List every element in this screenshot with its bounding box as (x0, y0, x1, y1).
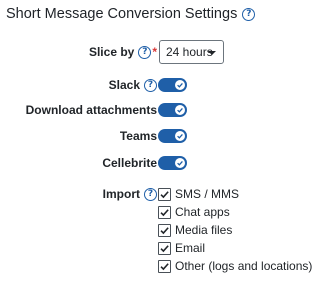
slice-by-label-text: Slice by (88, 45, 135, 59)
download-attachments-label-text: Download attachments (25, 103, 157, 117)
check-icon (175, 158, 185, 168)
slack-help-icon[interactable]: ? (144, 78, 157, 92)
check-icon (175, 131, 185, 141)
import-option-label: SMS / MMS (175, 187, 240, 201)
help-icon[interactable]: ? (242, 7, 256, 21)
slice-by-help-icon[interactable]: ? (138, 45, 152, 59)
required-mark: * (152, 45, 157, 59)
import-option-media-files[interactable]: Media files (158, 222, 232, 238)
checkbox-checked-icon[interactable] (158, 187, 171, 201)
teams-toggle[interactable] (158, 129, 187, 143)
import-option-chat-apps[interactable]: Chat apps (158, 204, 230, 220)
import-option-label: Media files (175, 223, 233, 237)
checkbox-checked-icon[interactable] (158, 241, 171, 255)
import-help-icon[interactable]: ? (144, 187, 157, 201)
cellebrite-toggle[interactable] (158, 156, 187, 170)
page-title-text: Short Message Conversion Settings (6, 6, 238, 22)
teams-label: Teams (120, 126, 157, 146)
import-option-label: Email (175, 241, 206, 255)
download-attachments-toggle[interactable] (158, 103, 187, 117)
checkbox-checked-icon[interactable] (158, 205, 171, 219)
slack-label: Slack ? (109, 75, 157, 95)
download-attachments-label: Download attachments (26, 100, 157, 120)
checkbox-checked-icon[interactable] (158, 223, 171, 237)
import-label: Import ? (103, 184, 157, 204)
chevron-down-icon (208, 51, 216, 55)
slack-toggle[interactable] (158, 78, 187, 92)
check-icon (175, 80, 185, 90)
import-option-sms-mms[interactable]: SMS / MMS (158, 186, 239, 202)
teams-label-text: Teams (119, 129, 157, 143)
checkbox-checked-icon[interactable] (158, 259, 171, 273)
page-title: Short Message Conversion Settings ? (6, 5, 256, 23)
cellebrite-label-text: Cellebrite (102, 156, 157, 170)
import-option-label: Chat apps (175, 205, 230, 219)
check-icon (175, 105, 185, 115)
import-label-text: Import (102, 187, 140, 201)
slice-by-select[interactable]: 24 hours (159, 40, 224, 64)
cellebrite-label: Cellebrite (102, 153, 157, 173)
slice-by-value: 24 hours (166, 45, 213, 59)
slack-label-text: Slack (108, 78, 140, 92)
import-option-email[interactable]: Email (158, 240, 205, 256)
slice-by-label: Slice by ? * (89, 42, 157, 62)
import-option-other[interactable]: Other (logs and locations) (158, 258, 312, 274)
import-option-label: Other (logs and locations) (175, 259, 313, 273)
